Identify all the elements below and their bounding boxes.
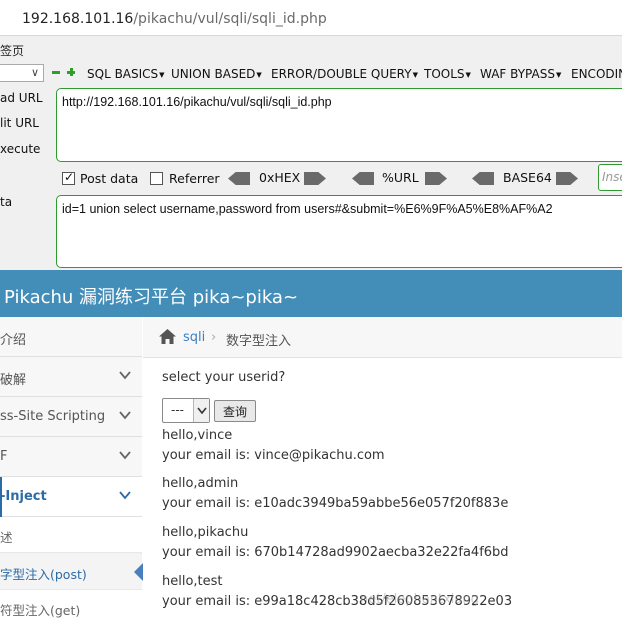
url-encode-arrow-icon[interactable] [425,172,447,185]
url-host: 192.168.101.16 [22,11,134,27]
referrer-checkbox[interactable] [150,172,163,185]
userid-select[interactable]: --- [162,398,210,423]
sidebar-item-label: 破解 [0,373,27,388]
load-url-button[interactable]: ad URL [0,91,43,105]
result-hello: hello,vince [162,428,233,443]
chevron-down-icon [193,399,209,422]
sidebar-item-brute-force[interactable]: 破解 [0,357,142,397]
browser-url-bar[interactable]: 192.168.101.16/pikachu/vul/sqli/sqli_id.… [0,0,622,36]
address-text[interactable]: 192.168.101.16/pikachu/vul/sqli/sqli_id.… [22,11,327,27]
sidebar-item-label: ss-Site Scripting [0,409,106,424]
sidebar: 介绍 破解 ss-Site Scripting F -Inject 述 字型注入… [0,317,143,620]
chevron-down-icon: ∨ [30,66,39,79]
sidebar-subitem-overview[interactable]: 述 [0,517,142,553]
breadcrumb-separator: › [211,330,217,345]
result-hello: hello,pikachu [162,525,249,540]
base64-label: BASE64 [503,170,552,185]
sidebar-subitem-label: 述 [0,530,13,545]
sidebar-item-intro[interactable]: 介绍 [0,317,142,357]
sidebar-item-xss[interactable]: ss-Site Scripting [0,397,142,437]
url-label: %URL [382,170,419,185]
url-path: /pikachu/vul/sqli/sqli_id.php [133,11,327,27]
menu-error-double-query[interactable]: ERROR/DOUBLE QUERY▼ [271,67,418,81]
hex-encode-arrow-icon[interactable] [304,172,326,185]
hex-label: 0xHEX [259,170,301,185]
base64-encode-arrow-icon[interactable] [556,172,578,185]
sidebar-subitem-label: 字型注入(post) [0,567,87,582]
main-content: select your userid? --- 查询 hello,vince y… [162,358,622,620]
sidebar-item-label: 介绍 [0,333,27,348]
home-icon[interactable] [159,329,176,344]
breadcrumb-current: 数字型注入 [226,334,292,349]
post-data-checkbox[interactable]: ✓ [62,170,75,185]
menu-sql-basics[interactable]: SQL BASICS▼ [87,67,165,81]
menu-waf-bypass[interactable]: WAF BYPASS▼ [480,67,561,81]
result-email: your email is: e10adc3949ba59abbe56e057f… [162,496,509,511]
execute-button[interactable]: xecute [0,142,40,156]
hackbar-panel: 签页 ∨ SQL BASICS▼ UNION BASED▼ ERROR/DOUB… [0,36,622,270]
breadcrumb-link-sqli[interactable]: sqli [183,330,205,345]
chevron-down-icon [118,447,132,461]
sidebar-item-label: -Inject [0,489,47,504]
chevron-down-icon [118,367,132,381]
watermark: net/elephantxiang [360,592,479,607]
load-select[interactable]: ∨ [0,64,44,82]
query-button[interactable]: 查询 [214,400,256,422]
sidebar-subitem-label: 符型注入(get) [0,603,81,618]
site-header: Pikachu 漏洞练习平台 pika~pika~ [0,270,622,317]
chevron-down-icon [118,487,132,501]
hex-decode-arrow-icon[interactable] [228,172,250,185]
site-title[interactable]: Pikachu 漏洞练习平台 pika~pika~ [4,283,298,309]
post-data-textarea[interactable]: id=1 union select username,password from… [56,195,622,268]
referrer-label: Referrer [169,171,220,186]
breadcrumb: sqli › 数字型注入 [143,317,622,358]
userid-prompt: select your userid? [162,370,286,385]
sidebar-item-sql-inject[interactable]: -Inject [0,477,142,517]
chevron-down-icon [118,407,132,421]
url-decode-arrow-icon[interactable] [352,172,374,185]
base64-decode-arrow-icon[interactable] [472,172,494,185]
select-value: --- [171,403,184,417]
post-data-side-label: ta [0,195,13,209]
result-email: your email is: vince@pikachu.com [162,448,385,463]
result-hello: hello,admin [162,476,239,491]
tab-label[interactable]: 签页 [0,42,24,59]
menu-tools[interactable]: TOOLS▼ [424,67,471,81]
menu-union-based[interactable]: UNION BASED▼ [171,67,262,81]
result-email: your email is: 670b14728ad9902aecba32e22… [162,545,509,560]
post-data-label: Post data [80,171,139,186]
url-textarea[interactable]: http://192.168.101.16/pikachu/vul/sqli/s… [56,88,622,162]
minus-icon[interactable] [51,67,61,77]
sidebar-subitem-string-get[interactable]: 符型注入(get) [0,590,142,620]
plus-icon[interactable] [66,67,76,77]
result-hello: hello,test [162,574,223,589]
insert-string-input[interactable]: Inse [598,164,622,191]
sidebar-item-csrf[interactable]: F [0,437,142,477]
sidebar-item-label: F [0,449,8,464]
menu-encoding[interactable]: ENCODIN [571,67,622,81]
split-url-button[interactable]: lit URL [0,116,39,130]
sidebar-subitem-numeric-post[interactable]: 字型注入(post) [0,554,143,590]
